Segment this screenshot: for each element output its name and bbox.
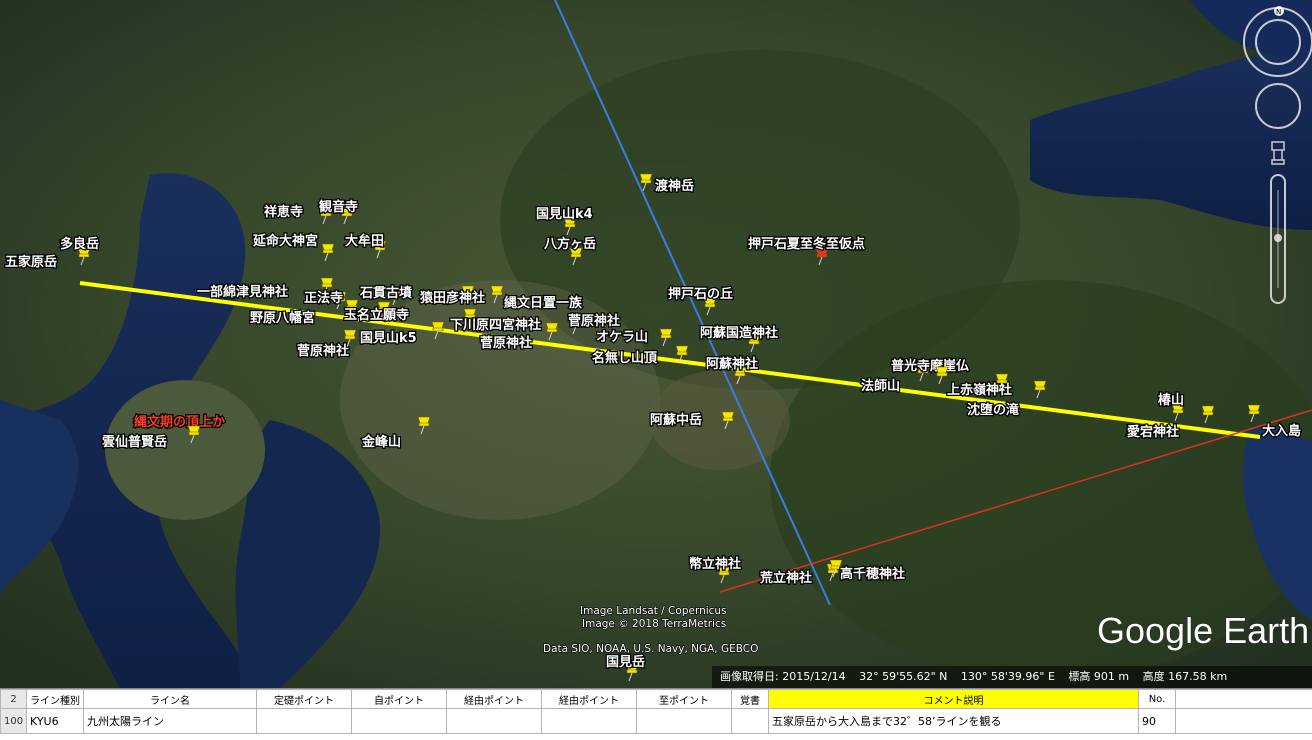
pin-label[interactable]: 阿蘇国造神社 [700,325,778,341]
header-row: 2 ライン種別 ライン名 定礎ポイント 自ポイント 経由ポイント 経由ポイント … [1,690,1312,709]
cell-to-point[interactable] [637,709,732,734]
shimabara-peninsula [105,380,265,520]
pin-label[interactable]: 名無し山頂 [592,350,658,366]
pin-label[interactable]: 沈堕の滝 [967,402,1019,418]
imagery-date: 画像取得日: 2015/12/14 [720,670,846,683]
pin-label[interactable]: 幣立神社 [689,556,741,572]
pin-label[interactable]: 五家原岳 [5,254,57,270]
pin-label[interactable]: 高千穂神社 [840,566,905,582]
pin-label[interactable]: オケラ山 [596,329,648,345]
pin-label[interactable]: 縄文日置一族 [504,295,583,311]
pin-label[interactable]: 八方ヶ岳 [543,236,596,252]
header-cell[interactable]: ライン名 [84,690,257,709]
pin-label[interactable]: 愛宕神社 [1127,424,1179,440]
header-cell[interactable]: 自ポイント [352,690,447,709]
zoom-handle[interactable] [1274,234,1282,242]
pin-label[interactable]: 大牟田 [345,233,384,249]
cell-via-point[interactable] [447,709,542,734]
pin-label[interactable]: 野原八幡宮 [250,310,315,326]
pin-label[interactable]: 石貫古墳 [359,285,412,301]
status-bar: 画像取得日: 2015/12/14 32° 59'55.62" N 130° 5… [712,666,1312,688]
cell-number[interactable]: 90 [1139,709,1176,734]
pin-label[interactable]: 阿蘇中岳 [650,412,702,428]
header-cell[interactable]: 経由ポイント [542,690,637,709]
cell-line-name[interactable]: 九州太陽ライン [84,709,257,734]
pin-label[interactable]: 多良岳 [60,236,99,252]
table-row: 100 KYU6 九州太陽ライン 五家原岳から大入島まで32゜58’ラインを観る… [1,709,1312,734]
pin-label[interactable]: 縄文期の頂上か [134,414,225,430]
pin-label[interactable]: 菅原神社 [297,343,349,359]
pin-label[interactable]: 下川原四宮神社 [450,317,541,333]
pin-label[interactable]: 大入島 [1262,423,1301,439]
credit-line-1: Image Landsat / Copernicus [580,605,727,617]
cell-foundation-point[interactable] [257,709,352,734]
pin-label[interactable]: 上赤嶺神社 [947,382,1012,398]
header-cell[interactable]: 至ポイント [637,690,732,709]
cell-own-point[interactable] [352,709,447,734]
header-cell[interactable]: 経由ポイント [447,690,542,709]
pin-label[interactable]: 荒立神社 [759,570,812,586]
pin-label[interactable]: 渡神岳 [655,178,694,194]
altitude-readout: 高度 167.58 km [1143,670,1228,683]
credit-line-2: Image © 2018 TerraMetrics [582,618,726,630]
pin-label[interactable]: 菅原神社 [568,313,620,329]
pin-label[interactable]: 祥恵寺 [264,204,303,220]
pin-label[interactable]: 普光寺摩崖仏 [891,358,969,374]
pin-label[interactable]: 観音寺 [318,199,358,215]
header-cell[interactable]: No. [1139,690,1176,709]
header-cell-comment[interactable]: コメント説明 [769,690,1139,709]
map-view[interactable]: 多良岳五家原岳 祥恵寺観音寺延命大神宮 大牟田一部綿津見神社正法寺石貫古墳猿田彦神社… [0,0,1312,688]
pin-label[interactable]: 玉名立願寺 [344,307,409,323]
pin-label[interactable]: 金峰山 [361,434,401,450]
spreadsheet: 2 ライン種別 ライン名 定礎ポイント 自ポイント 経由ポイント 経由ポイント … [0,688,1312,740]
pin-label[interactable]: 菅原神社 [480,335,532,351]
elevation-readout: 標高 901 m [1068,670,1129,683]
pin-label[interactable]: 法師山 [861,378,900,394]
credit-line-3: Data SIO, NOAA, U.S. Navy, NGA, GEBCO [543,643,758,655]
header-cell[interactable]: ライン種別 [27,690,84,709]
pin-label[interactable]: 猿田彦神社 [419,290,485,306]
pin-label[interactable]: 阿蘇神社 [706,356,758,372]
pin-label[interactable]: 延命大神宮 [252,233,318,249]
longitude-readout: 130° 58'39.96" E [961,670,1055,683]
pin-label[interactable]: 一部綿津見神社 [197,284,288,300]
empty-cell[interactable] [1176,709,1312,734]
row-number[interactable]: 100 [1,709,27,734]
header-cell[interactable]: 覚書 [732,690,769,709]
cell-memo[interactable] [732,709,769,734]
line-table: 2 ライン種別 ライン名 定礎ポイント 自ポイント 経由ポイント 経由ポイント … [0,689,1312,734]
cell-line-type[interactable]: KYU6 [27,709,84,734]
pin-label[interactable]: 国見山k5 [360,330,417,346]
pin-label[interactable]: 国見山k4 [536,206,593,222]
pin-label[interactable]: 国見岳 [606,655,645,670]
empty-cell[interactable] [1176,690,1312,709]
pin-label[interactable]: 雲仙普賢岳 [102,434,167,450]
cell-comment[interactable]: 五家原岳から大入島まで32゜58’ラインを観る [769,709,1139,734]
cell-via-point[interactable] [542,709,637,734]
header-cell[interactable]: 定礎ポイント [257,690,352,709]
row-number[interactable]: 2 [1,690,27,709]
pin-label[interactable]: 押戸石夏至冬至仮点 [748,236,865,252]
pin-label[interactable]: 正法寺 [304,290,343,306]
pin-label[interactable]: 椿山 [1158,392,1184,408]
svg-text:N: N [1276,8,1281,16]
latitude-readout: 32° 59'55.62" N [859,670,947,683]
google-earth-logo: Google Earth [1097,610,1309,651]
pin-label[interactable]: 押戸石の丘 [668,286,733,302]
